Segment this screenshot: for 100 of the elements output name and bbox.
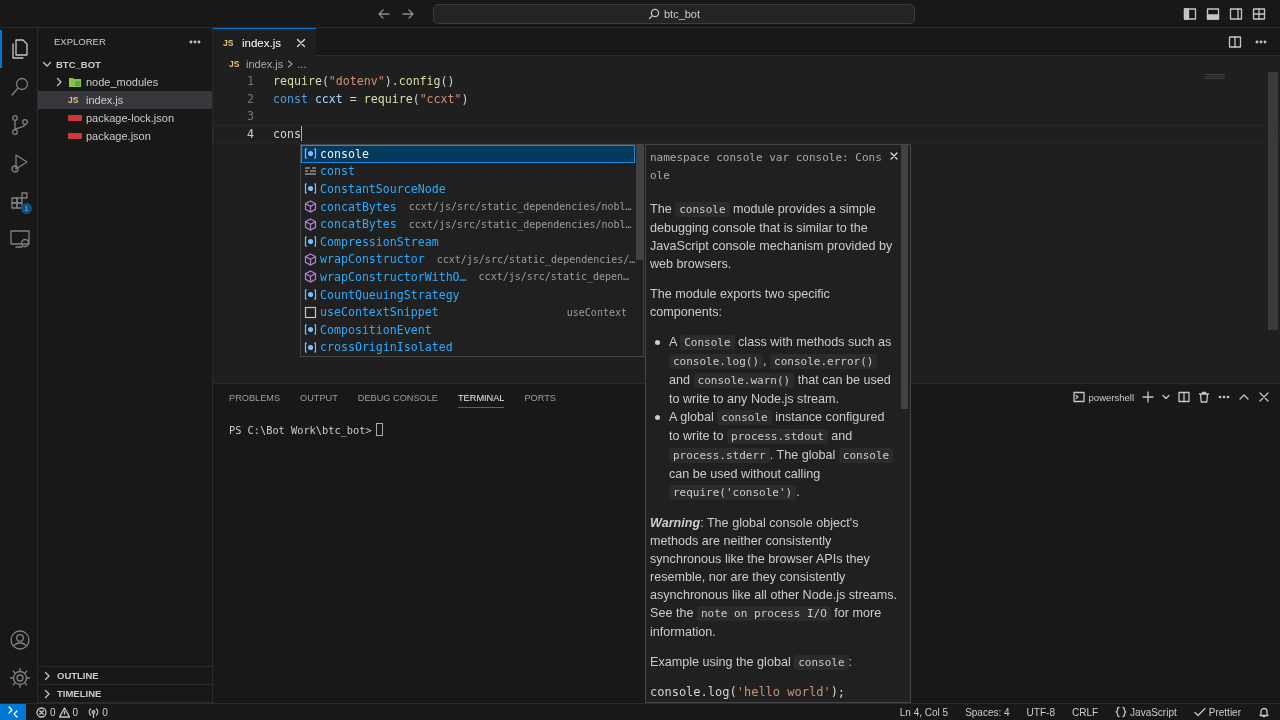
keyword-icon: [304, 164, 317, 178]
doc-list-item: A global console instance configured to write to process.stdout and process.stderr . The global console can be used without calling require('console') .: [669, 408, 898, 502]
sidebar-title: EXPLORER: [54, 36, 106, 47]
folder-icon: [68, 76, 82, 88]
caret-icon[interactable]: [1162, 393, 1170, 401]
editor-tab[interactable]: JS index.js: [213, 28, 316, 56]
panel-tab[interactable]: OUTPUT: [300, 386, 338, 408]
code-line: cons: [273, 126, 301, 141]
file-tree-item[interactable]: package-lock.json: [38, 109, 212, 127]
bell-icon[interactable]: [1258, 706, 1270, 718]
code-line: require("dotenv").config(): [273, 73, 455, 88]
formatter-status[interactable]: Prettier: [1193, 706, 1241, 718]
account-icon[interactable]: [7, 628, 32, 652]
minimap: [1205, 74, 1225, 80]
ports-status[interactable]: 0: [88, 706, 108, 718]
scrollbar[interactable]: [1268, 72, 1278, 330]
snippet-icon: [304, 305, 317, 319]
js-file-icon: JS: [223, 37, 237, 48]
warning-icon: [58, 706, 70, 718]
plus-icon[interactable]: [1142, 391, 1154, 403]
code-line: const ccxt = require("ccxt"): [273, 91, 469, 106]
trash-icon[interactable]: [1198, 391, 1210, 403]
terminal-selector[interactable]: powershell: [1072, 391, 1134, 403]
suggestion-item[interactable]: CompressionStream: [301, 232, 635, 251]
panel-tab[interactable]: PROBLEMS: [229, 386, 281, 408]
panel-tab[interactable]: TERMINAL: [458, 386, 505, 408]
status-item[interactable]: Spaces: 4: [965, 706, 1010, 718]
command-search-box[interactable]: btc_bot: [433, 3, 915, 24]
status-item[interactable]: Ln 4, Col 5: [899, 706, 949, 718]
secondary-sidebar-icon[interactable]: [1229, 6, 1243, 21]
breadcrumb-item[interactable]: index.js: [246, 58, 284, 70]
doc-paragraph: The console module provides a simple debugging console that is similar to the JavaScript console mechanism provided by web browsers.: [650, 201, 894, 273]
package-file-icon: [68, 132, 82, 140]
count-badge: 1: [21, 203, 32, 214]
suggestion-item[interactable]: concatBytes ccxt/js/src/static_dependencies/nobl…: [301, 215, 635, 233]
panel-toggle-icon[interactable]: [1206, 6, 1220, 21]
js-file-icon: JS: [229, 59, 243, 69]
variable-icon: [304, 235, 317, 249]
sidebar-toggle-icon[interactable]: [1183, 6, 1197, 21]
suggestion-item[interactable]: CountQueuingStrategy: [301, 285, 635, 304]
suggestion-item[interactable]: ConstantSourceNode: [301, 180, 635, 198]
panel-tab[interactable]: PORTS: [524, 386, 556, 408]
package-file-icon: [68, 114, 82, 122]
line-number: 3: [246, 109, 254, 124]
suggestion-item[interactable]: const: [301, 162, 635, 181]
close-icon[interactable]: [1258, 391, 1270, 403]
error-icon: [36, 706, 47, 718]
file-tree-item[interactable]: JS index.js: [38, 91, 212, 109]
close-icon[interactable]: [890, 152, 898, 160]
line-number: 4: [246, 126, 254, 141]
file-tree-item[interactable]: package.json: [38, 127, 212, 145]
split-editor-icon[interactable]: [1228, 34, 1242, 49]
terminal-icon: [1072, 391, 1085, 403]
suggestion-item[interactable]: console: [301, 145, 635, 163]
suggestion-item[interactable]: concatBytes ccxt/js/src/static_dependencies/nobl…: [301, 197, 635, 216]
remote-explorer-icon[interactable]: [7, 227, 32, 251]
cube-icon: [304, 217, 317, 231]
file-tree-item[interactable]: node_modules: [38, 73, 212, 91]
gear-icon[interactable]: [7, 666, 32, 690]
suggestion-item[interactable]: wrapConstructor ccxt/js/src/static_dependencies/…: [301, 250, 635, 269]
variable-icon: [304, 182, 317, 196]
suggestion-item[interactable]: CompositionEvent: [301, 320, 635, 339]
doc-paragraph: Warning: The global console object's methods are neither consistently synchronous like the browser APIs they resemble, nor are they consistently asynchronous like all other Node.js streams. See the note on process I/O for more information.: [650, 515, 898, 641]
suggestion-item[interactable]: crossOriginIsolated: [301, 338, 635, 356]
doc-paragraph: The module exports two specific components:: [650, 286, 831, 321]
status-item[interactable]: CRLF: [1071, 706, 1099, 718]
line-number: 1: [246, 73, 254, 88]
panel-tab[interactable]: DEBUG CONSOLE: [357, 386, 438, 408]
problems-status[interactable]: 0 0: [36, 706, 79, 718]
doc-list-item: A Console class with methods such as console.log() , console.error() and console.warn() that can be used to write to any Node.js stream.: [669, 334, 893, 408]
variable-icon: [304, 288, 317, 302]
status-item[interactable]: UTF-8: [1026, 706, 1055, 718]
antenna-icon: [88, 706, 100, 718]
signature-text: namespace console var console: Console: [650, 150, 882, 184]
terminal-cursor: [375, 423, 383, 436]
terminal-prompt: PS C:\Bot Work\btc_bot>: [229, 423, 372, 436]
split-terminal-icon[interactable]: [1178, 391, 1190, 403]
suggestion-item[interactable]: wrapConstructorWithO… ccxt/js/src/static_depen…: [301, 268, 635, 286]
close-icon[interactable]: [296, 37, 306, 48]
variable-icon: [304, 340, 317, 354]
search-icon: [647, 7, 660, 20]
chevron-icon: [286, 59, 295, 69]
braces-icon: [1115, 706, 1128, 718]
bullet-icon: [655, 415, 660, 420]
breadcrumb-item[interactable]: ...: [297, 58, 307, 70]
suggestion-item[interactable]: useContextSnippet useContext: [301, 303, 635, 321]
line-number: 2: [246, 91, 254, 106]
cube-icon: [304, 252, 317, 266]
variable-icon: [304, 323, 317, 337]
remote-icon[interactable]: [0, 704, 26, 720]
section-header[interactable]: OUTLINE: [38, 667, 212, 685]
layout-icon[interactable]: [1252, 6, 1266, 21]
code-sample: console.log('hello world');: [650, 684, 847, 701]
scrollbar[interactable]: [901, 145, 908, 409]
doc-paragraph: Example using the global console :: [650, 654, 854, 672]
language-status[interactable]: JavaScript: [1115, 706, 1177, 718]
text-cursor: [300, 126, 303, 142]
cube-icon: [304, 270, 317, 284]
scrollbar[interactable]: [636, 145, 643, 260]
folder-header[interactable]: BTC_BOT: [38, 55, 212, 73]
